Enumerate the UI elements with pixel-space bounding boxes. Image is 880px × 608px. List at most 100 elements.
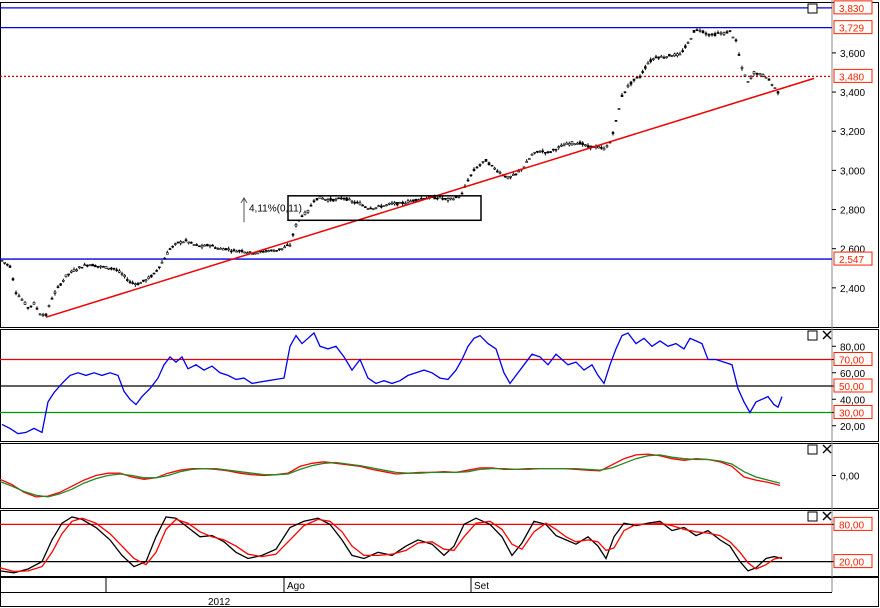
technical-analysis-chart[interactable]: 4,11%(0,11) 3,6003,4003,2003,0002,8002,6…	[0, 0, 880, 608]
candle-body[interactable]	[361, 204, 364, 207]
candle-body[interactable]	[713, 33, 717, 36]
candle-body[interactable]	[94, 265, 97, 268]
candle-body[interactable]	[665, 56, 668, 58]
candle-body[interactable]	[230, 250, 233, 253]
candle-body[interactable]	[611, 132, 615, 134]
candle-body[interactable]	[243, 251, 246, 254]
candle-body[interactable]	[586, 145, 590, 148]
candle-body[interactable]	[444, 197, 447, 200]
candle-body[interactable]	[337, 197, 340, 200]
candle-body[interactable]	[552, 148, 555, 151]
candle-body[interactable]	[449, 197, 452, 200]
maximize-square-icon[interactable]	[807, 3, 818, 14]
oscillator-panel[interactable]: 0,00	[0, 453, 860, 498]
candle-body[interactable]	[53, 291, 57, 294]
price-horizontal-levels[interactable]	[0, 7, 832, 260]
candle-body[interactable]	[374, 207, 378, 209]
candle-body[interactable]	[737, 54, 741, 56]
candle-body[interactable]	[142, 279, 145, 282]
candle-body[interactable]	[773, 87, 777, 90]
candle-body[interactable]	[644, 66, 647, 69]
candle-body[interactable]	[128, 281, 132, 283]
stochastic-panel[interactable]: 80,00 20,00	[0, 516, 873, 574]
candle-body[interactable]	[652, 58, 655, 60]
candle-body[interactable]	[704, 32, 708, 35]
candle-body[interactable]	[102, 266, 105, 268]
candle-body[interactable]	[104, 265, 108, 269]
candle-body[interactable]	[533, 151, 536, 154]
candle-body[interactable]	[573, 143, 576, 146]
candle-body[interactable]	[764, 76, 768, 79]
candle-body[interactable]	[190, 241, 193, 244]
maximize-square-icon[interactable]	[807, 511, 818, 522]
candle-body[interactable]	[150, 274, 153, 278]
candle-body[interactable]	[195, 244, 198, 246]
candle-body[interactable]	[366, 208, 370, 210]
candle-body[interactable]	[716, 32, 720, 34]
candle-body[interactable]	[722, 32, 726, 35]
candle-body[interactable]	[770, 84, 774, 86]
candle-body[interactable]	[99, 265, 102, 268]
candle-body[interactable]	[776, 91, 780, 94]
candle-body[interactable]	[496, 170, 499, 173]
candle-body[interactable]	[14, 292, 18, 294]
candle-body[interactable]	[219, 247, 222, 250]
candle-body[interactable]	[570, 141, 574, 145]
candle-body[interactable]	[348, 198, 351, 201]
candle-body[interactable]	[342, 197, 346, 200]
candle-body[interactable]	[372, 208, 375, 210]
candle-body[interactable]	[646, 62, 650, 65]
candle-body[interactable]	[605, 145, 609, 148]
candle-body[interactable]	[460, 192, 464, 195]
candle-body[interactable]	[64, 274, 68, 278]
candle-body[interactable]	[493, 167, 496, 170]
close-x-icon[interactable]	[822, 511, 832, 521]
candle-body[interactable]	[629, 81, 633, 85]
candle-body[interactable]	[139, 282, 142, 284]
candle-body[interactable]	[112, 267, 116, 270]
candle-body[interactable]	[528, 158, 531, 160]
candle-body[interactable]	[107, 267, 110, 270]
candle-body[interactable]	[118, 270, 121, 273]
candle-body[interactable]	[227, 248, 230, 251]
candle-body[interactable]	[536, 150, 539, 153]
candle-body[interactable]	[72, 269, 76, 272]
candle-body[interactable]	[635, 76, 639, 79]
candle-body[interactable]	[469, 174, 473, 177]
candle-body[interactable]	[232, 249, 236, 251]
candle-body[interactable]	[238, 249, 241, 252]
candle-body[interactable]	[214, 247, 217, 249]
candle-body[interactable]	[240, 250, 244, 252]
candle-body[interactable]	[67, 273, 70, 276]
candle-body[interactable]	[88, 264, 92, 267]
candle-body[interactable]	[581, 142, 584, 145]
candle-body[interactable]	[684, 45, 687, 48]
candle-body[interactable]	[710, 33, 714, 36]
candle-body[interactable]	[393, 202, 396, 205]
candle-body[interactable]	[734, 39, 738, 42]
candle-body[interactable]	[767, 78, 771, 81]
candle-body[interactable]	[35, 307, 39, 310]
candle-body[interactable]	[701, 30, 705, 34]
candle-body[interactable]	[743, 74, 747, 77]
candle-body[interactable]	[490, 164, 494, 167]
candle-body[interactable]	[321, 197, 324, 200]
candle-body[interactable]	[380, 205, 383, 208]
candle-body[interactable]	[487, 162, 491, 166]
candle-body[interactable]	[409, 200, 412, 203]
candle-body[interactable]	[673, 53, 676, 57]
candle-body[interactable]	[377, 205, 380, 207]
candle-body[interactable]	[329, 198, 332, 201]
candle-body[interactable]	[264, 250, 268, 252]
candle-body[interactable]	[512, 173, 515, 176]
candle-body[interactable]	[660, 55, 663, 58]
candle-body[interactable]	[224, 248, 228, 251]
candle-body[interactable]	[56, 286, 60, 288]
candle-body[interactable]	[80, 266, 84, 269]
candle-body[interactable]	[262, 251, 265, 253]
candle-body[interactable]	[396, 202, 399, 206]
candle-body[interactable]	[698, 29, 702, 32]
candle-body[interactable]	[498, 171, 502, 174]
candle-body[interactable]	[758, 73, 762, 76]
candle-body[interactable]	[246, 252, 249, 254]
